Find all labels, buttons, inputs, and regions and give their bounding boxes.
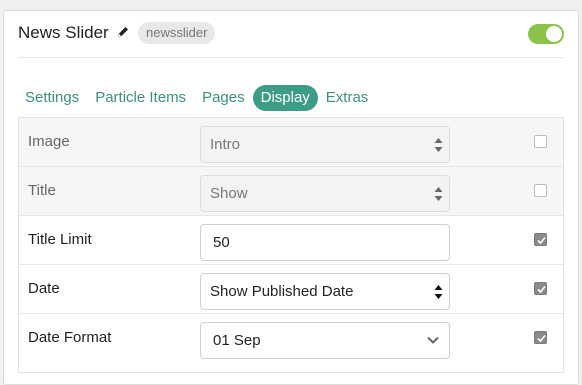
header-divider <box>18 57 564 58</box>
particle-type-badge: newsslider <box>138 22 216 44</box>
pencil-icon[interactable] <box>116 25 130 39</box>
chevron-down-icon <box>427 336 439 344</box>
date-format-dropdown[interactable]: 01 Sep <box>200 322 450 359</box>
date-label: Date <box>28 280 60 297</box>
title-limit-override-checkbox[interactable] <box>534 233 547 246</box>
date-format-label: Date Format <box>28 329 112 346</box>
tab-display[interactable]: Display <box>252 85 318 111</box>
title-override-checkbox[interactable] <box>534 184 547 197</box>
tab-bar: Settings Particle Items Pages Display Ex… <box>18 85 376 111</box>
date-format-override-checkbox[interactable] <box>534 331 547 344</box>
tab-settings[interactable]: Settings <box>18 85 87 111</box>
title-label: Title <box>28 182 56 199</box>
particle-card: News Slider newsslider Settings Particle… <box>3 10 579 385</box>
image-select-value: Intro <box>210 136 241 153</box>
select-arrows-icon <box>434 187 443 201</box>
card-header: News Slider newsslider <box>4 11 578 57</box>
title-limit-value: 50 <box>213 234 230 251</box>
title-limit-input[interactable]: 50 <box>200 224 450 261</box>
row-title-limit: Title Limit 50 <box>19 216 563 265</box>
select-arrows-icon <box>434 138 443 152</box>
check-icon <box>537 285 546 294</box>
tab-pages[interactable]: Pages <box>194 85 253 111</box>
enable-toggle[interactable] <box>528 24 564 44</box>
toggle-knob <box>546 26 562 42</box>
image-select[interactable]: Intro <box>200 126 450 163</box>
title-select-value: Show <box>210 185 248 202</box>
image-label: Image <box>28 133 70 150</box>
date-select[interactable]: Show Published Date <box>200 273 450 310</box>
row-date-format: Date Format 01 Sep <box>19 314 563 363</box>
tab-extras[interactable]: Extras <box>318 85 377 111</box>
particle-title: News Slider <box>18 23 109 42</box>
title-select[interactable]: Show <box>200 175 450 212</box>
date-override-checkbox[interactable] <box>534 282 547 295</box>
select-arrows-icon <box>434 285 443 299</box>
date-select-value: Show Published Date <box>210 283 354 300</box>
date-format-value: 01 Sep <box>213 332 261 349</box>
check-icon <box>537 236 546 245</box>
row-title: Title Show <box>19 167 563 216</box>
check-icon <box>537 334 546 343</box>
image-override-checkbox[interactable] <box>534 135 547 148</box>
row-image: Image Intro <box>19 118 563 167</box>
display-settings-table: Image Intro Title Show Title Limit 50 Da… <box>18 117 564 373</box>
row-date: Date Show Published Date <box>19 265 563 314</box>
tab-particle-items[interactable]: Particle Items <box>87 85 194 111</box>
title-limit-label: Title Limit <box>28 231 92 248</box>
